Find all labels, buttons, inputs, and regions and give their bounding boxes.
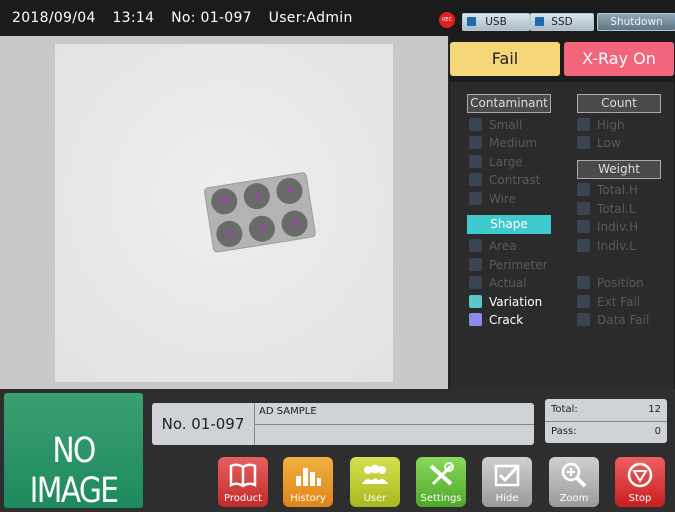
checkbox-icon [577,295,590,308]
filter-small[interactable]: Small [469,117,522,134]
product-button[interactable]: Product [218,457,268,507]
filter-contrast[interactable]: Contrast [469,172,540,189]
checkbox-icon [577,136,590,149]
shape-header[interactable]: Shape [467,215,551,234]
count-header[interactable]: Count [577,94,661,113]
checkbox-icon [577,313,590,326]
checkbox-icon [469,155,482,168]
divider [255,424,534,425]
weight-header[interactable]: Weight [577,160,661,179]
history-label: History [290,493,326,504]
filter-medium[interactable]: Medium [469,135,537,152]
filter-low[interactable]: Low [577,135,621,152]
tools-icon [429,462,454,486]
shutdown-button[interactable]: Shutdown [597,13,675,31]
pass-label: Pass: [551,426,577,437]
total-label: Total: [551,404,578,415]
blister-pack-image [204,172,316,253]
checkbox-icon [494,464,520,487]
zoom-label: Zoom [559,493,589,504]
checkbox-icon [469,313,482,326]
checkbox-icon [577,202,590,215]
no-image-text: NO IMAGE [29,431,119,511]
rec-indicator: REC [439,12,455,28]
inspection-view [0,36,448,389]
checkbox-icon [469,258,482,271]
stop-label: Stop [628,493,652,504]
filter-variation[interactable]: Variation [469,294,542,311]
filter-wire[interactable]: Wire [469,191,516,208]
number-text: No: 01-097 [171,10,252,26]
users-icon [362,464,388,484]
user-label: User [363,493,387,504]
pass-value: 0 [654,426,661,437]
filter-crack[interactable]: Crack [469,312,523,329]
filter-area[interactable]: Area [469,238,517,255]
user-text: User:Admin [268,10,353,26]
filter-ext-fail[interactable]: Ext Fail [577,294,640,311]
checkbox-icon [469,276,482,289]
usb-button[interactable]: USB [462,13,530,31]
stop-button[interactable]: Stop [615,457,665,507]
usb-led-icon [467,17,476,26]
user-button[interactable]: User [350,457,400,507]
total-row: Total: 12 [551,400,661,420]
status-info: 2018/09/04 13:14 No: 01-097 User:Admin [12,10,365,26]
settings-button[interactable]: Settings [416,457,466,507]
time-text: 13:14 [112,10,155,26]
ssd-button[interactable]: SSD [530,13,594,31]
xray-image[interactable] [55,44,393,382]
stop-icon [627,462,653,488]
usb-label: USB [485,16,507,28]
hide-label: Hide [495,493,519,504]
detection-filter-panel: Contaminant Small Medium Large Contrast … [450,82,674,389]
checkbox-icon [469,173,482,186]
checkbox-icon [577,183,590,196]
filter-data-fail[interactable]: Data Fail [577,312,649,329]
contaminant-header[interactable]: Contaminant [467,94,551,113]
checkbox-icon [469,192,482,205]
pass-row: Pass: 0 [551,422,661,442]
hide-button[interactable]: Hide [482,457,532,507]
filter-high[interactable]: High [577,117,625,134]
book-icon [229,463,257,488]
product-label: Product [224,493,262,504]
filter-indiv-l[interactable]: Indiv.L [577,238,636,255]
checkbox-icon [577,239,590,252]
filter-total-h[interactable]: Total.H [577,182,638,199]
checkbox-icon [577,220,590,233]
filter-total-l[interactable]: Total.L [577,201,636,218]
checkbox-icon [469,239,482,252]
ssd-led-icon [535,17,544,26]
counts-box: Total: 12 Pass: 0 [545,399,667,443]
checkbox-icon [577,118,590,131]
xray-status: X-Ray On [564,42,674,76]
status-bar: 2018/09/04 13:14 No: 01-097 User:Admin R… [0,0,675,36]
filter-indiv-h[interactable]: Indiv.H [577,219,638,236]
thumbnail[interactable]: NO IMAGE [4,393,143,511]
filter-perimeter[interactable]: Perimeter [469,257,548,274]
date-text: 2018/09/04 [12,10,96,26]
bottom-panel: NO IMAGE No. 01-097 AD SAMPLE Total: 12 … [0,389,675,512]
filter-position[interactable]: Position [577,275,644,292]
settings-label: Settings [420,493,462,504]
filter-actual[interactable]: Actual [469,275,527,292]
bar-chart-icon [296,468,321,486]
product-number: No. 01-097 [152,403,255,445]
checkbox-icon [469,136,482,149]
checkbox-icon [469,295,482,308]
checkbox-icon [577,276,590,289]
right-panel: Fail X-Ray On Contaminant Small Medium L… [449,36,675,389]
product-info: No. 01-097 AD SAMPLE [152,403,534,445]
total-value: 12 [648,404,661,415]
zoom-in-icon [561,462,587,488]
ssd-label: SSD [551,16,573,28]
product-name: AD SAMPLE [259,406,317,417]
zoom-button[interactable]: Zoom [549,457,599,507]
history-button[interactable]: History [283,457,333,507]
checkbox-icon [469,118,482,131]
fail-status: Fail [450,42,560,76]
filter-large[interactable]: Large [469,154,523,171]
